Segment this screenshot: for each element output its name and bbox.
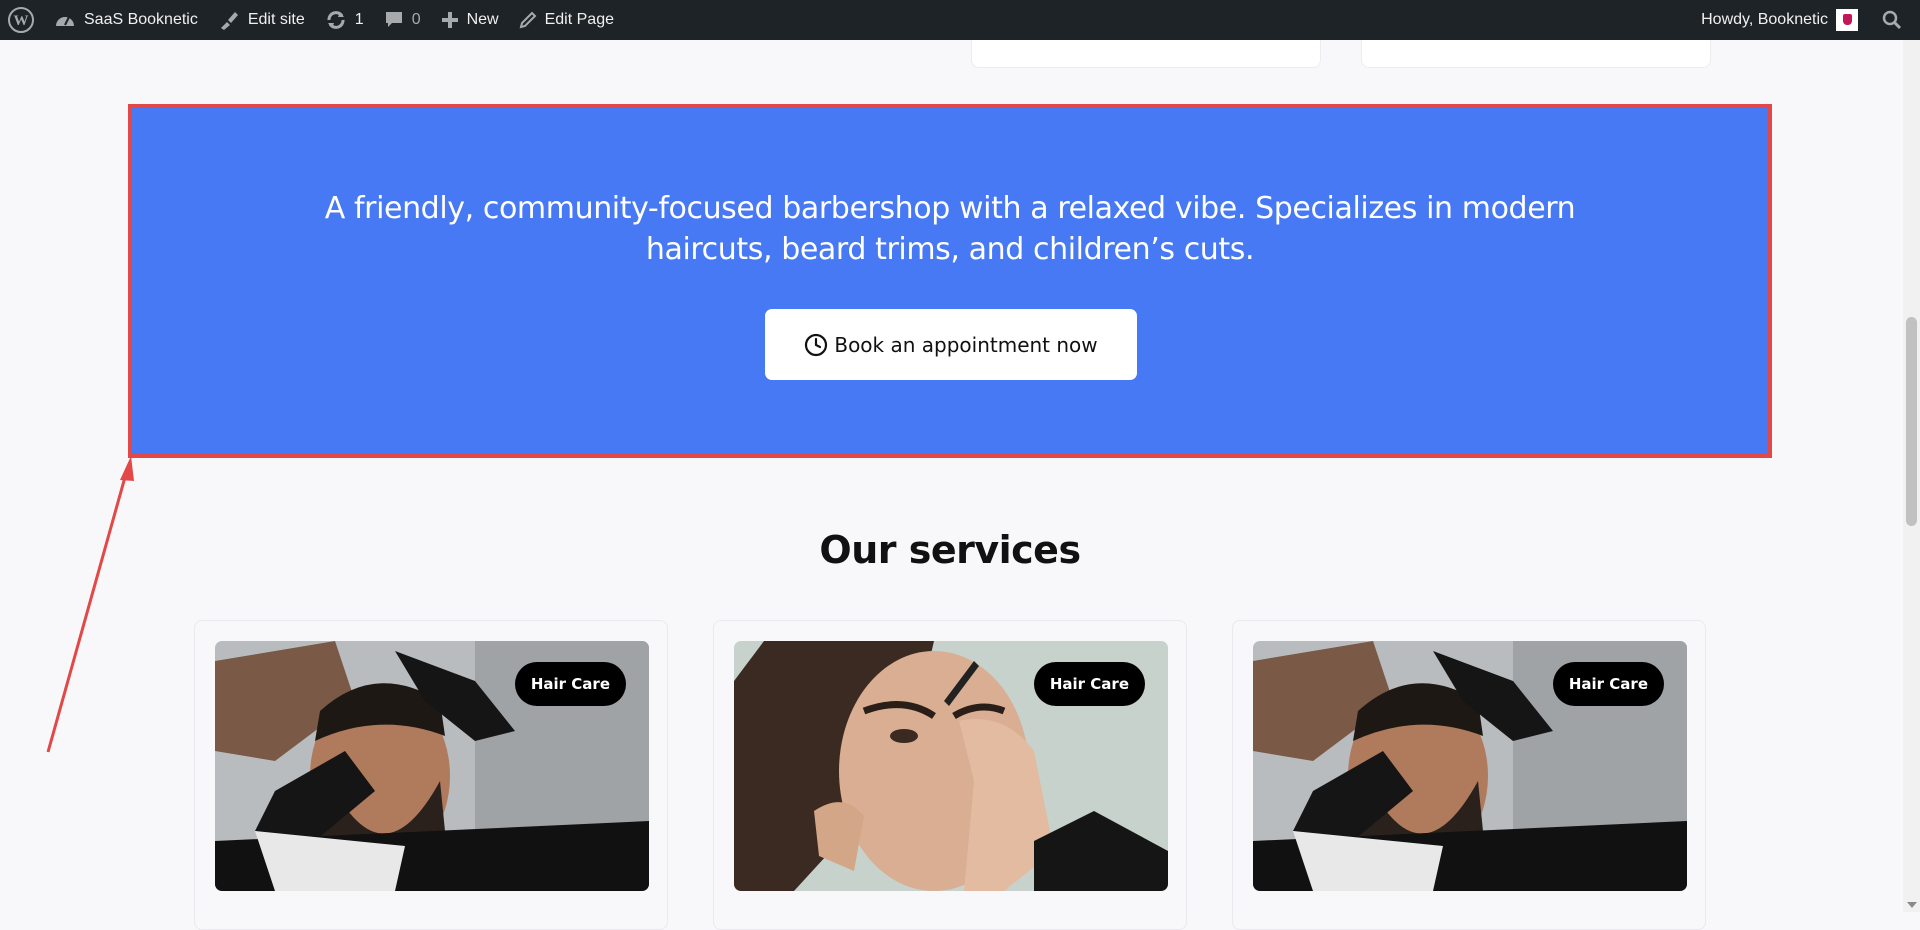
service-category-badge: Hair Care <box>514 662 626 706</box>
svg-text:W: W <box>14 13 29 29</box>
brush-icon <box>220 12 238 30</box>
wp-admin-bar: W SaaS Booknetic Edit site 1 0 New Edit … <box>0 0 1920 40</box>
new-label: New <box>466 11 499 28</box>
site-name-label: SaaS Booknetic <box>84 11 198 28</box>
plus-icon <box>441 12 458 28</box>
edit-page-label: Edit Page <box>544 11 614 28</box>
site-name-menu[interactable]: SaaS Booknetic <box>44 0 208 40</box>
cta-banner: A friendly, community-focused barbershop… <box>128 104 1772 458</box>
dashboard-gauge-icon <box>56 16 74 26</box>
edit-site-link[interactable]: Edit site <box>208 0 315 40</box>
services-heading: Our services <box>819 528 1081 572</box>
comment-bubble-icon <box>385 12 402 27</box>
service-card[interactable]: Hair Care <box>1232 620 1706 930</box>
previous-section-card <box>971 40 1321 68</box>
edit-site-label: Edit site <box>247 11 305 28</box>
howdy-label: Howdy, Booknetic <box>1701 11 1828 28</box>
service-card[interactable]: Hair Care <box>713 620 1187 930</box>
updates-count: 1 <box>354 11 364 28</box>
updates-icon <box>327 11 345 29</box>
service-category-badge: Hair Care <box>1552 662 1664 706</box>
new-content-menu[interactable]: New <box>431 0 509 40</box>
book-appointment-label: Book an appointment now <box>834 332 1098 357</box>
book-appointment-button[interactable]: Book an appointment now <box>765 309 1137 380</box>
service-card[interactable]: Hair Care <box>194 620 668 930</box>
comments-link[interactable]: 0 <box>374 0 431 40</box>
my-account-menu[interactable]: Howdy, Booknetic <box>1691 0 1868 40</box>
search-icon <box>1882 10 1902 30</box>
wordpress-logo-menu[interactable]: W <box>0 0 44 40</box>
updates-link[interactable]: 1 <box>315 0 374 40</box>
comments-count: 0 <box>411 11 421 28</box>
edit-page-link[interactable]: Edit Page <box>509 0 624 40</box>
service-category-badge: Hair Care <box>1033 662 1145 706</box>
scroll-down-arrow-icon[interactable] <box>1907 902 1917 908</box>
previous-section-card <box>1361 40 1711 68</box>
scrollbar-thumb[interactable] <box>1906 317 1917 526</box>
pencil-icon <box>519 11 537 29</box>
cta-description: A friendly, community-focused barbershop… <box>324 191 1576 267</box>
search-toggle[interactable] <box>1868 0 1920 40</box>
clock-icon <box>804 333 828 357</box>
page-scrollbar[interactable] <box>1903 40 1920 912</box>
avatar <box>1836 9 1858 31</box>
wordpress-icon: W <box>8 7 34 33</box>
